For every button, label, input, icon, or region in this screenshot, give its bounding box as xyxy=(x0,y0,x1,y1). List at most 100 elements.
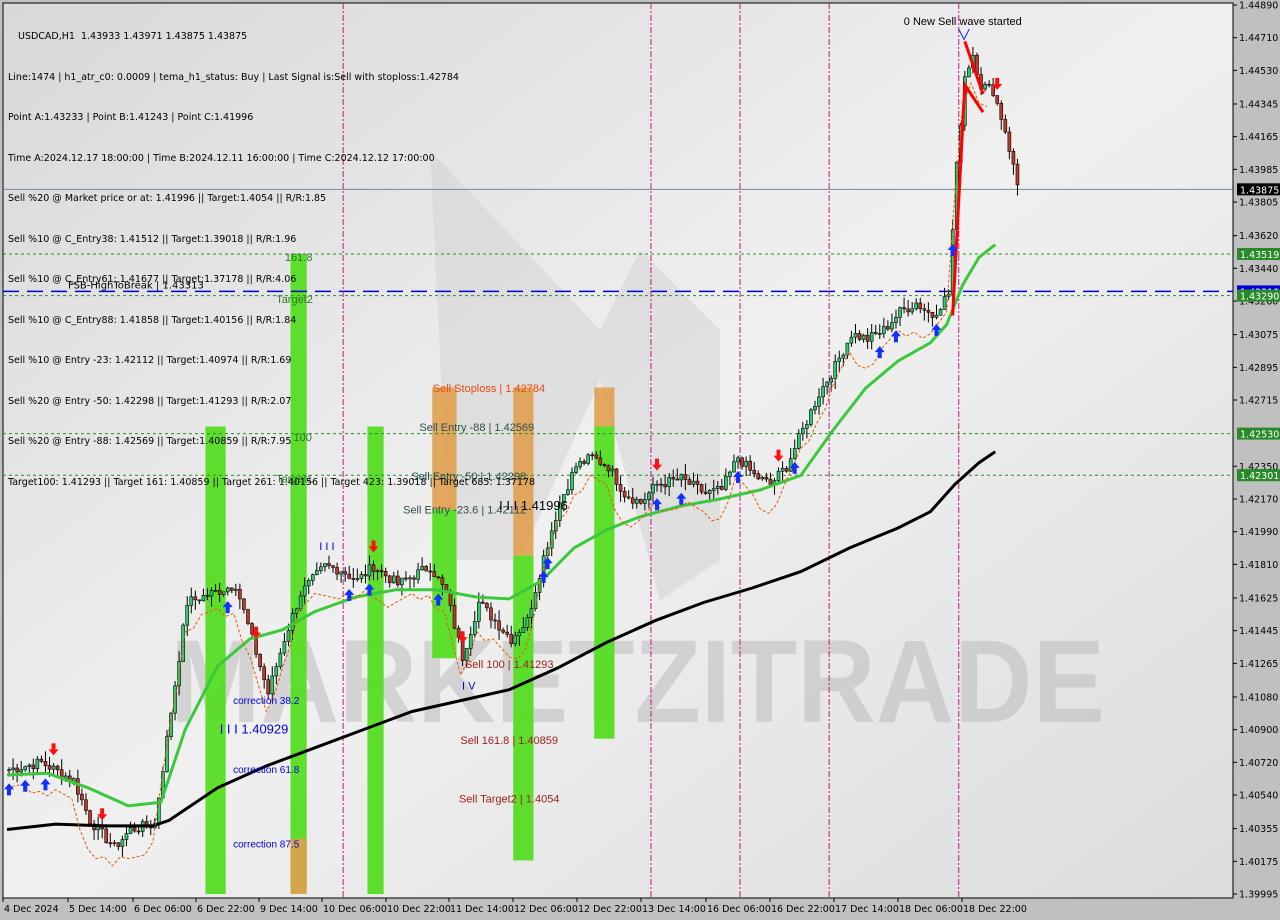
bear-candle xyxy=(699,484,704,493)
bull-candle xyxy=(724,476,728,490)
price-tick-label: 1.44710 xyxy=(1239,33,1278,44)
bear-candle xyxy=(695,480,700,485)
bull-candle xyxy=(234,588,238,591)
bear-candle xyxy=(509,634,514,644)
bull-candle xyxy=(51,765,56,770)
bear-candle xyxy=(387,575,392,584)
zone-orange xyxy=(594,387,615,427)
bull-candle xyxy=(849,336,854,344)
bull-candle xyxy=(813,406,817,411)
bear-candle xyxy=(383,571,388,577)
time-tick-label: 9 Dec 14:00 xyxy=(260,904,318,915)
bear-candle xyxy=(104,828,109,844)
bull-candle xyxy=(776,470,781,481)
chart-annotation: Sell 100 | 1.41293 xyxy=(465,659,553,671)
bear-candle xyxy=(327,563,331,566)
info-line: Time A:2024.12.17 18:00:00 | Time B:2024… xyxy=(8,152,435,164)
bull-candle xyxy=(391,575,396,584)
bull-candle xyxy=(898,307,902,318)
chart-annotation: correction 38.2 xyxy=(233,696,300,707)
bull-candle xyxy=(861,334,866,340)
bull-candle xyxy=(938,309,943,316)
symbol-header: USDCAD,H1 1.43933 1.43971 1.43875 1.4387… xyxy=(18,31,248,42)
bull-candle xyxy=(967,67,971,78)
bull-candle xyxy=(472,621,477,635)
bear-candle xyxy=(671,477,676,480)
bull-candle xyxy=(112,842,117,845)
bull-candle xyxy=(744,460,748,467)
bear-candle xyxy=(756,473,761,480)
bull-candle xyxy=(825,381,829,387)
bear-candle xyxy=(886,326,890,330)
bear-candle xyxy=(865,334,870,342)
bull-candle xyxy=(181,624,185,662)
bear-candle xyxy=(116,842,121,847)
price-tick-label: 1.43985 xyxy=(1239,165,1278,176)
bull-candle xyxy=(796,433,801,449)
price-tick-label: 1.44345 xyxy=(1239,99,1278,110)
bear-candle xyxy=(371,564,376,572)
bull-candle xyxy=(578,461,582,468)
bull-candle xyxy=(128,827,133,834)
bear-candle xyxy=(452,604,457,629)
time-tick-label: 4 Dec 2024 xyxy=(4,904,59,915)
bull-candle xyxy=(780,468,785,472)
time-tick-label: 13 Dec 14:00 xyxy=(642,904,706,915)
bull-candle xyxy=(221,591,226,595)
price-tick-label: 1.40900 xyxy=(1239,725,1278,736)
bear-candle xyxy=(481,601,485,604)
bull-candle xyxy=(586,454,590,464)
bull-candle xyxy=(610,468,615,472)
bull-candle xyxy=(302,585,307,597)
bear-candle xyxy=(505,631,509,635)
time-tick-label: 10 Dec 22:00 xyxy=(387,904,451,915)
chart-annotation: I V xyxy=(462,681,476,693)
bull-candle xyxy=(732,461,736,473)
bull-candle xyxy=(7,769,11,771)
time-tick-label: 16 Dec 22:00 xyxy=(771,904,835,915)
chart-annotation: I I I xyxy=(319,541,334,553)
chart-window[interactable]: MARKETZITRADE FSB-HighToBreak | 1.43313 0 … xyxy=(0,0,1280,920)
bull-candle xyxy=(201,595,206,602)
bear-candle xyxy=(246,609,250,624)
bull-candle xyxy=(647,492,651,500)
bear-candle xyxy=(404,577,408,580)
bear-candle xyxy=(922,308,927,311)
info-line: Sell %10 @ Entry -23: 1.42112 || Target:… xyxy=(8,355,292,366)
time-tick-label: 6 Dec 22:00 xyxy=(197,904,255,915)
bull-candle xyxy=(517,632,522,637)
bull-candle xyxy=(651,484,655,494)
candle xyxy=(246,608,250,626)
bull-candle xyxy=(942,296,947,310)
bear-candle xyxy=(39,758,44,762)
bear-candle xyxy=(76,778,80,795)
bull-candle xyxy=(23,766,28,770)
bull-candle xyxy=(185,605,190,626)
price-tick-label: 1.43440 xyxy=(1239,264,1278,275)
price-tick-label: 1.41990 xyxy=(1239,527,1278,538)
bear-candle xyxy=(930,311,935,318)
info-line: Sell %20 @ Entry -50: 1.42298 || Target:… xyxy=(8,395,292,407)
price-tick-label: 1.44165 xyxy=(1239,132,1278,143)
chart-annotation: correction 87.5 xyxy=(233,840,300,851)
bull-candle xyxy=(655,483,659,486)
bear-candle xyxy=(906,308,910,313)
price-tick-label: 1.43805 xyxy=(1239,198,1278,209)
bear-candle xyxy=(626,496,631,499)
bear-candle xyxy=(606,465,611,472)
bull-candle xyxy=(894,317,898,324)
price-tick-label: 1.44530 xyxy=(1239,66,1278,77)
bull-candle xyxy=(339,571,343,575)
chart-annotation: 0 New Sell wave started xyxy=(904,16,1022,28)
bear-candle xyxy=(242,598,246,610)
bear-candle xyxy=(748,460,752,471)
bull-candle xyxy=(553,520,558,532)
bear-candle xyxy=(88,810,92,825)
bear-candle xyxy=(720,485,724,490)
bear-candle xyxy=(84,799,88,811)
bear-candle xyxy=(740,457,744,467)
bear-candle xyxy=(43,761,48,766)
time-tick-label: 6 Dec 06:00 xyxy=(134,904,192,915)
bull-candle xyxy=(760,476,765,480)
bear-candle xyxy=(335,567,339,575)
